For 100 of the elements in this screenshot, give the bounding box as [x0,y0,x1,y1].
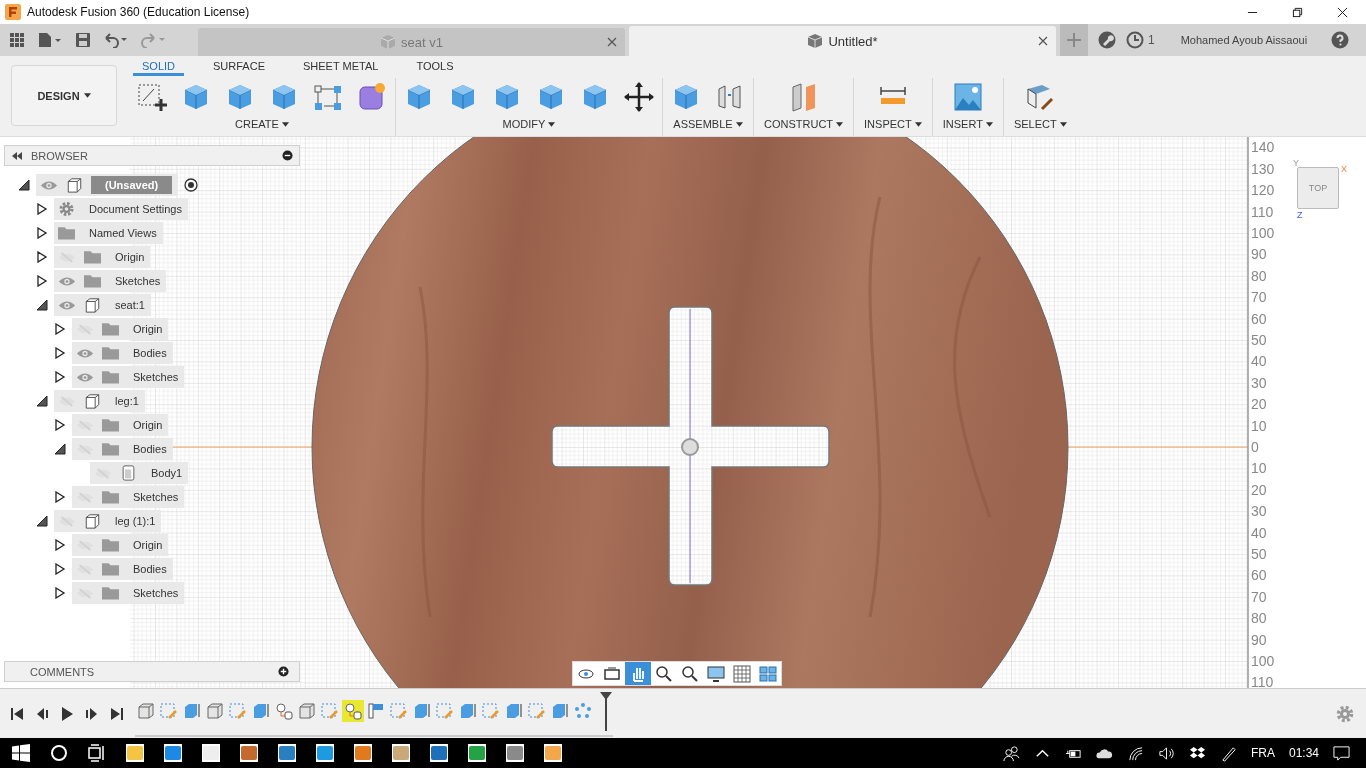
eye-icon[interactable] [76,347,94,359]
save-icon[interactable] [75,32,91,48]
help-icon[interactable] [1331,31,1350,49]
tool-group-dropdown[interactable]: SELECT [1009,116,1071,132]
collapse-icon[interactable] [282,150,293,161]
gift-app-icon[interactable] [240,744,258,762]
browser-item[interactable]: seat:1 [54,294,151,316]
browser-item[interactable]: Document Settings [54,198,188,220]
browser-item[interactable]: Sketches [54,270,167,292]
collapse-panel-icon[interactable] [11,151,23,160]
task-view-icon[interactable] [88,744,106,762]
apps-grid-icon[interactable] [9,32,25,48]
people-icon[interactable] [1002,744,1020,762]
ribbon-tab[interactable]: SURFACE [204,56,274,76]
collapse-arrow-icon[interactable] [54,443,66,455]
active-radio-icon[interactable] [184,178,199,192]
tool-app-icon[interactable] [506,744,524,762]
expand-arrow-icon[interactable] [54,347,66,359]
joint-timeline-feature[interactable] [342,699,364,722]
expand-arrow-icon[interactable] [36,251,48,263]
disc-app-icon[interactable] [392,744,410,762]
tool-group-dropdown[interactable]: MODIFY [498,116,560,132]
browser-item[interactable]: leg:1 [54,390,145,412]
collapse-arrow-icon[interactable] [36,395,48,407]
undo-icon[interactable] [103,32,129,48]
wrench-icon[interactable] [1098,31,1116,49]
browser-item[interactable]: Sketches [72,582,185,604]
document-tab[interactable]: Untitled* [629,26,1056,56]
browser-item[interactable]: Named Views [54,222,163,244]
browser-item[interactable]: Sketches [72,366,185,388]
go-to-start-icon[interactable] [10,706,24,721]
expand-arrow-icon[interactable] [54,587,66,599]
ribbon-tab[interactable]: SHEET METAL [294,56,388,76]
phone-app-icon[interactable] [468,744,486,762]
language-indicator[interactable]: FRA [1250,746,1275,760]
expand-arrow-icon[interactable] [36,203,48,215]
expand-arrow-icon[interactable] [54,491,66,503]
mail-app-icon[interactable] [278,744,296,762]
expand-arrow-icon[interactable] [36,275,48,287]
step-back-icon[interactable] [35,706,49,721]
eye-icon[interactable] [58,299,76,311]
notification-icon[interactable] [1333,744,1350,762]
browser-item[interactable]: Origin [54,246,151,268]
user-name[interactable]: Mohamed Ayoub Aissaoui [1180,34,1308,46]
tool-group-dropdown[interactable]: ASSEMBLE [669,116,747,132]
browser-panel-header[interactable]: BROWSER [4,145,300,166]
browser-item[interactable]: Bodies [72,558,173,580]
browser-item[interactable]: Origin [72,414,169,436]
pen-icon[interactable] [1219,744,1237,762]
browser-item[interactable]: Origin [72,534,169,556]
caret-icon [836,121,844,127]
tool-group-dropdown[interactable]: CONSTRUCT [760,116,848,132]
chat-app-icon[interactable] [316,744,334,762]
volume-icon[interactable] [1157,744,1175,762]
clock-icon[interactable] [1126,31,1144,49]
close-tab-icon[interactable] [607,37,617,47]
expand-arrow-icon[interactable] [54,323,66,335]
letter-app-icon[interactable] [354,744,372,762]
expand-arrow-icon[interactable] [54,563,66,575]
tool-group-dropdown[interactable]: INSPECT [860,116,926,132]
collapse-arrow-icon[interactable] [18,179,30,191]
timeline-marker-icon[interactable] [599,690,613,731]
go-to-end-icon[interactable] [110,706,124,721]
browser-item[interactable]: Bodies [72,438,173,460]
ribbon-tab[interactable]: TOOLS [407,56,463,76]
start-icon[interactable] [12,744,30,762]
expand-arrow-icon[interactable] [36,227,48,239]
move-tool-button[interactable] [622,80,656,114]
settings-icon[interactable] [1336,704,1354,723]
eye-icon[interactable] [76,371,94,383]
browser-item[interactable]: Sketches [72,486,185,508]
expand-arrow-icon[interactable] [54,371,66,383]
expand-arrow-icon[interactable] [54,539,66,551]
collapse-arrow-icon[interactable] [36,299,48,311]
ribbon-tab[interactable]: SOLID [133,56,184,76]
restore-icon[interactable] [1292,6,1303,18]
file-menu-icon[interactable] [37,32,63,48]
eye-icon[interactable] [58,275,76,287]
browser-item[interactable]: Origin [72,318,169,340]
collapse-arrow-icon[interactable] [36,515,48,527]
editor-app-icon[interactable] [430,744,448,762]
browser-app-icon[interactable] [164,744,182,762]
add-icon[interactable] [278,666,289,677]
image-icon [951,81,984,113]
tool-group-dropdown[interactable]: CREATE [231,116,293,132]
expand-arrow-icon[interactable] [54,419,66,431]
workspace-dropdown[interactable]: DESIGN [11,65,117,126]
browser-item[interactable]: Body1 [90,462,189,484]
tool-group-dropdown[interactable]: INSERT [938,116,997,132]
search-icon[interactable] [50,744,68,762]
browser-item[interactable]: leg (1):1 [54,510,162,532]
clock-time[interactable]: 01:34 [1288,746,1319,760]
browser-item[interactable]: Bodies [72,342,173,364]
wifi-icon[interactable] [1126,744,1144,762]
close-tab-icon[interactable] [1038,36,1048,46]
comments-panel-header[interactable]: COMMENTS [4,661,300,682]
step-forward-icon[interactable] [85,706,99,721]
close-icon[interactable] [1337,6,1348,18]
eye-icon[interactable] [40,179,58,191]
play-icon[interactable] [60,706,74,721]
